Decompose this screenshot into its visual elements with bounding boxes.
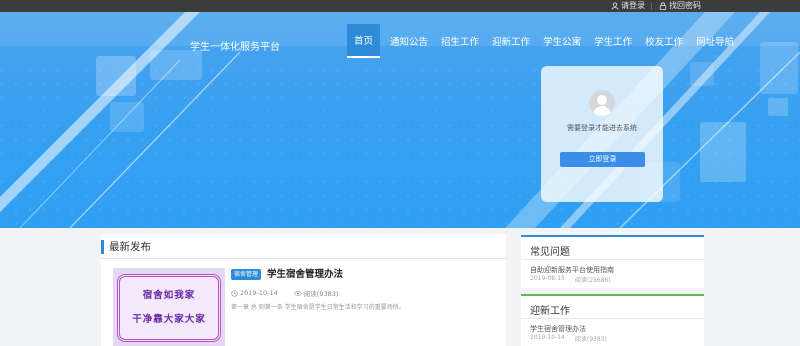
post-date: 2019-10-14 <box>231 288 278 298</box>
avatar-icon <box>589 90 615 116</box>
faq-item-date: 2019-08-15 <box>530 275 565 282</box>
post-views: 阅读(9383) <box>293 288 339 298</box>
orientation-title: 迎新工作 <box>530 306 570 317</box>
orientation-item-views: 阅读(9383) <box>574 336 607 343</box>
faq-item-views: 阅读(25686) <box>574 277 611 284</box>
orientation-item-meta: 2019-10-14 阅读(9383) <box>530 334 607 343</box>
faq-panel: 常见问题 自助迎新服务平台使用指南 2019-08-15 阅读(25686) <box>521 235 704 288</box>
find-password-link[interactable]: 找回密码 <box>659 1 701 11</box>
latest-section: 最新发布 宿舍如我家 干净靠大家大家 宿舍管理 学生宿舍管理办法 2019-10… <box>101 234 506 346</box>
section-title: 最新发布 <box>101 240 151 254</box>
login-button[interactable]: 立即登录 <box>560 152 645 167</box>
login-tip: 需要登录才能进去系统 <box>567 124 637 132</box>
thumbnail-text: 宿舍如我家 <box>142 290 196 301</box>
faq-item-meta: 2019-08-15 阅读(25686) <box>530 275 611 284</box>
nav-item-dormitory[interactable]: 学生公寓 <box>539 24 585 58</box>
nav-item-home[interactable]: 首页 <box>347 24 381 58</box>
user-icon <box>611 2 619 10</box>
login-link[interactable]: 请登录 <box>611 1 645 11</box>
nav-item-orientation[interactable]: 迎新工作 <box>488 24 534 58</box>
topbar-divider <box>651 3 652 10</box>
top-bar: 请登录 找回密码 <box>0 0 800 12</box>
orientation-item[interactable]: 学生宿舍管理办法 <box>530 324 586 334</box>
nav-item-notices[interactable]: 通知公告 <box>386 24 432 58</box>
lock-icon <box>659 2 667 10</box>
nav-item-links[interactable]: 网址导航 <box>692 24 738 58</box>
login-link-label: 请登录 <box>621 1 645 10</box>
post-thumbnail[interactable]: 宿舍如我家 干净靠大家大家 <box>113 268 225 346</box>
post-views-text: 阅读(9383) <box>303 290 339 298</box>
orientation-panel: 迎新工作 学生宿舍管理办法 2019-10-14 阅读(9383) <box>521 294 704 346</box>
post-excerpt: 第一章 总 则第一条 学生宿舍是学生日常生活和学习的重要场所。 <box>231 304 405 311</box>
post-date-text: 2019-10-14 <box>240 289 278 297</box>
thumbnail-text: 干净靠大家大家 <box>132 314 206 325</box>
find-password-label: 找回密码 <box>669 1 701 10</box>
divider <box>521 318 704 319</box>
login-card: 需要登录才能进去系统 立即登录 <box>541 66 663 202</box>
main-nav: 首页 通知公告 招生工作 迎新工作 学生公寓 学生工作 校友工作 网址导航 <box>347 24 743 58</box>
post-meta: 2019-10-14 阅读(9383) <box>231 288 338 298</box>
page: 请登录 找回密码 学生一体化服务平台 首页 通知公告 招生工作 迎新工作 学生公… <box>0 0 800 346</box>
nav-item-alumni[interactable]: 校友工作 <box>641 24 687 58</box>
eye-icon <box>293 290 302 296</box>
clock-icon <box>231 289 238 297</box>
nav-item-admissions[interactable]: 招生工作 <box>437 24 483 58</box>
nav-item-student-affairs[interactable]: 学生工作 <box>590 24 636 58</box>
site-title[interactable]: 学生一体化服务平台 <box>190 38 280 53</box>
faq-title: 常见问题 <box>530 247 570 258</box>
post-title[interactable]: 学生宿舍管理办法 <box>267 268 343 281</box>
divider <box>101 258 506 259</box>
hero-banner: 学生一体化服务平台 首页 通知公告 招生工作 迎新工作 学生公寓 学生工作 校友… <box>0 12 800 228</box>
divider <box>521 259 704 260</box>
faq-item[interactable]: 自助迎新服务平台使用指南 <box>530 265 614 275</box>
post-category-badge[interactable]: 宿舍管理 <box>231 269 262 280</box>
orientation-item-date: 2019-10-14 <box>530 334 565 341</box>
